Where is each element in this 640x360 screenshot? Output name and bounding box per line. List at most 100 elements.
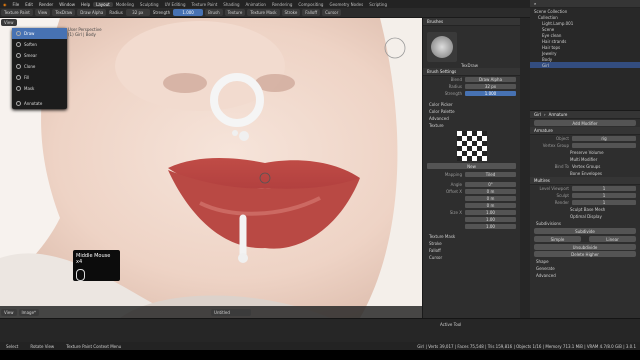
object-field[interactable]: rig xyxy=(572,136,636,141)
offset-z-field[interactable]: 0 m xyxy=(465,203,516,208)
sculpt-label: Sculpt xyxy=(556,193,570,198)
viewport-info: User Perspective (1) Girl | Body xyxy=(68,27,102,37)
vertex-group-field[interactable] xyxy=(572,143,636,148)
cursor-subpanel[interactable]: Cursor xyxy=(423,254,520,261)
blend-label: Blend xyxy=(450,77,462,82)
color-palette-subpanel[interactable]: Color Palette xyxy=(423,108,520,115)
level-viewport-field[interactable]: 1 xyxy=(572,186,636,191)
brush-selector[interactable]: TexDraw xyxy=(52,9,76,16)
stroke-menu[interactable]: Stroke xyxy=(281,9,301,16)
brush-settings-header[interactable]: Brush Settings xyxy=(423,68,520,76)
stroke-subpanel[interactable]: Stroke xyxy=(423,240,520,247)
texture-preview[interactable] xyxy=(456,131,487,161)
image-editor-header: View Image* Untitled xyxy=(0,306,422,318)
texture-mask-subpanel[interactable]: Texture Mask xyxy=(423,233,520,240)
strength-field[interactable]: 1.000 xyxy=(173,9,204,16)
subdivide-button[interactable]: Subdivide xyxy=(534,228,636,234)
size-x-field[interactable]: 1.00 xyxy=(465,210,516,215)
unsubdivide-button[interactable]: Unsubdivide xyxy=(534,244,636,250)
texture-mask-menu[interactable]: Texture Mask xyxy=(247,9,280,16)
workspace-tab-animation[interactable]: Animation xyxy=(243,2,269,7)
linear-button[interactable]: Linear xyxy=(589,236,636,242)
delete-higher-button[interactable]: Delete Higher xyxy=(534,251,636,257)
blend-dropdown[interactable]: Draw Alpha xyxy=(465,77,516,82)
workspace-tab-texture-paint[interactable]: Texture Paint xyxy=(188,2,220,7)
footer-image-menu[interactable]: Image* xyxy=(18,308,40,316)
cursor-menu[interactable]: Cursor xyxy=(322,9,342,16)
workspace-tab-sculpting[interactable]: Sculpting xyxy=(137,2,162,7)
brush-item-draw[interactable]: Draw xyxy=(12,28,67,39)
advanced-subpanel[interactable]: Advanced xyxy=(423,115,520,122)
sidebar-tabs[interactable] xyxy=(520,18,530,318)
brush-item-label: Soften xyxy=(24,42,37,47)
color-picker-subpanel[interactable]: Color Picker xyxy=(423,101,520,108)
outliner-item[interactable]: Girl xyxy=(530,62,640,68)
brush-item-soften[interactable]: Soften xyxy=(12,39,67,50)
workspace-tab-compositing[interactable]: Compositing xyxy=(295,2,326,7)
mode-selector[interactable]: Texture Paint xyxy=(1,9,33,16)
angle-field[interactable]: 0° xyxy=(465,182,516,187)
strength-slider[interactable]: 1.000 xyxy=(465,91,516,96)
falloff-menu[interactable]: Falloff xyxy=(302,9,321,16)
menu-window[interactable]: Window xyxy=(56,2,78,7)
outliner-header: ⌕ xyxy=(530,0,640,8)
blender-logo-icon[interactable]: ◉ xyxy=(0,2,10,7)
advanced-mod-subpanel[interactable]: Advanced xyxy=(530,272,640,279)
workspace-tab-uv-editing[interactable]: UV Editing xyxy=(162,2,189,7)
blend-selector[interactable]: Draw Alpha xyxy=(77,9,107,16)
brush-thumbnail[interactable] xyxy=(427,32,457,62)
search-icon[interactable]: ⌕ xyxy=(534,1,536,6)
menu-edit[interactable]: Edit xyxy=(22,2,36,7)
subdivisions-subpanel[interactable]: Subdivisions xyxy=(530,220,640,227)
radius-slider[interactable]: 32 px xyxy=(465,84,516,89)
brushes-header[interactable]: Brushes xyxy=(423,18,520,26)
menu-file[interactable]: File xyxy=(10,2,23,7)
size-y-field[interactable]: 1.00 xyxy=(465,217,516,222)
offset-label: Offset X xyxy=(445,189,462,194)
image-name-field[interactable]: Untitled xyxy=(211,308,252,316)
active-tool-label[interactable]: Active Tool xyxy=(440,322,461,327)
radius-field[interactable]: 32 px xyxy=(125,9,150,16)
brush-item-clone[interactable]: Clone xyxy=(12,61,67,72)
workspace-tab-rendering[interactable]: Rendering xyxy=(269,2,295,7)
brush-item-smear[interactable]: Smear xyxy=(12,50,67,61)
menu-render[interactable]: Render xyxy=(36,2,56,7)
brush-item-fill[interactable]: Fill xyxy=(12,72,67,83)
timeline[interactable]: Active Tool xyxy=(0,318,640,342)
workspace-tab-modeling[interactable]: Modeling xyxy=(113,2,137,7)
offset-y-field[interactable]: 0 m xyxy=(465,196,516,201)
mapping-dropdown[interactable]: Tiled xyxy=(465,172,516,177)
view-menu[interactable]: View xyxy=(34,9,51,16)
footer-view-menu[interactable]: View xyxy=(1,308,17,316)
bone-envelopes-checkbox[interactable]: Bone Envelopes xyxy=(530,170,640,177)
strength-row: Strength 1.000 xyxy=(423,90,520,97)
vertex-groups-checkbox[interactable]: Vertex Groups xyxy=(572,164,600,169)
menu-help[interactable]: Help xyxy=(78,2,93,7)
brush-item-mask[interactable]: Mask xyxy=(12,83,67,94)
offset-x-field[interactable]: 0 m xyxy=(465,189,516,194)
sculpt-field[interactable]: 1 xyxy=(572,193,636,198)
shape-subpanel[interactable]: Shape xyxy=(530,258,640,265)
texture-subpanel[interactable]: Texture xyxy=(423,122,520,129)
preserve-volume-checkbox[interactable]: Preserve Volume xyxy=(530,149,640,156)
workspace-tab-layout[interactable]: Layout xyxy=(93,1,113,7)
sculpt-base-mesh-checkbox[interactable]: Sculpt Base Mesh xyxy=(530,206,640,213)
workspace-tab-geometry-nodes[interactable]: Geometry Nodes xyxy=(326,2,366,7)
brush-menu[interactable]: Brush xyxy=(205,9,223,16)
brush-item-annotate[interactable]: Annotate xyxy=(12,98,67,109)
optimal-display-checkbox[interactable]: Optimal Display xyxy=(530,213,640,220)
texture-menu[interactable]: Texture xyxy=(224,9,246,16)
multires-modifier-header[interactable]: Multires xyxy=(530,177,640,185)
render-field[interactable]: 1 xyxy=(572,200,636,205)
workspace-tab-shading[interactable]: Shading xyxy=(220,2,242,7)
texture-new-button[interactable]: New xyxy=(427,163,516,169)
workspace-tab-scripting[interactable]: Scripting xyxy=(366,2,390,7)
size-z-field[interactable]: 1.00 xyxy=(465,224,516,229)
falloff-subpanel[interactable]: Falloff xyxy=(423,247,520,254)
viewport-view-menu[interactable]: View xyxy=(1,18,17,26)
generate-subpanel[interactable]: Generate xyxy=(530,265,640,272)
simple-button[interactable]: Simple xyxy=(534,236,581,242)
add-modifier-button[interactable]: Add Modifier xyxy=(534,120,636,126)
armature-modifier-header[interactable]: Armature xyxy=(530,127,640,135)
multi-modifier-checkbox[interactable]: Multi Modifier xyxy=(530,156,640,163)
